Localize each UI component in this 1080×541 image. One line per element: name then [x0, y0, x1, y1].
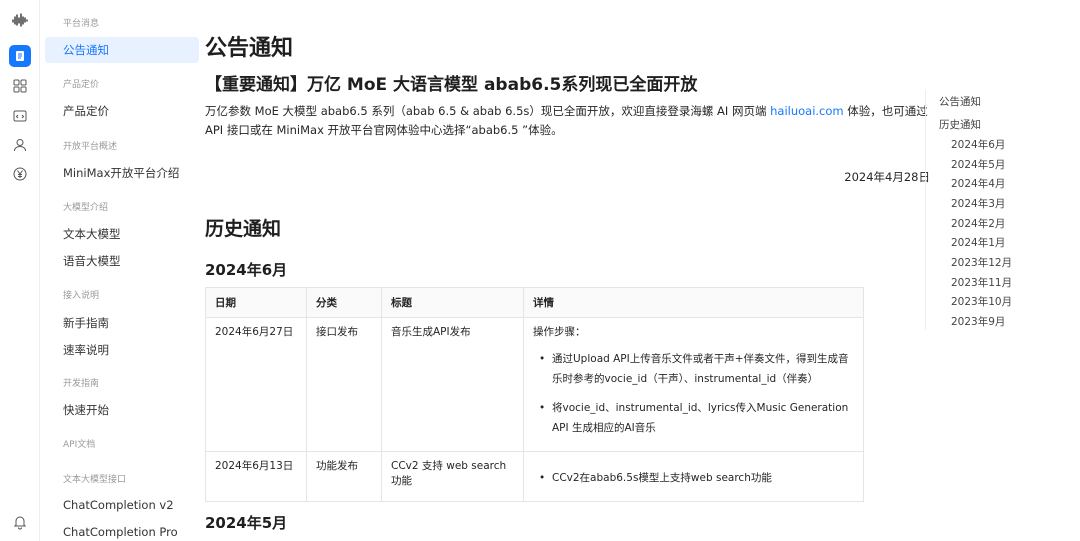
- waveform-logo-icon[interactable]: [8, 8, 32, 32]
- announcement-date: 2024年4月28日: [844, 170, 930, 184]
- main-content: 公告通知 【重要通知】万亿 MoE 大语言模型 abab6.5系列现已全面开放 …: [205, 0, 930, 541]
- sidebar-group-label: 产品定价: [63, 80, 100, 90]
- sidebar-item-platform-intro[interactable]: MiniMax开放平台介绍: [63, 165, 179, 181]
- sidebar-item-text-model[interactable]: 文本大模型: [63, 226, 121, 242]
- toc-item-2023-11[interactable]: 2023年11月: [951, 275, 1012, 290]
- sidebar: 平台消息 公告通知 产品定价 产品定价 开放平台概述 MiniMax开放平台介绍…: [40, 0, 205, 541]
- sidebar-group-label: 平台消息: [63, 19, 100, 29]
- hailuoai-link[interactable]: hailuoai.com: [770, 104, 844, 118]
- page-title: 公告通知: [205, 36, 294, 61]
- column-header: 分类: [306, 287, 382, 318]
- sidebar-group-label: API文档: [63, 440, 96, 450]
- toc-item-history[interactable]: 历史通知: [939, 117, 981, 132]
- toc-item-2024-06[interactable]: 2024年6月: [951, 137, 1005, 152]
- sidebar-item-speech-model[interactable]: 语音大模型: [63, 253, 121, 269]
- toc-item-2024-04[interactable]: 2024年4月: [951, 176, 1005, 191]
- detail-title: 操作步骤：: [533, 326, 586, 338]
- list-item: 将vocie_id、instrumental_id、lyrics传入Music …: [539, 398, 854, 438]
- toc-item-announcements[interactable]: 公告通知: [939, 94, 981, 109]
- table-header-row: 日期 分类 标题 详情: [205, 287, 864, 318]
- list-item: 通过Upload API上传音乐文件或者干声+伴奏文件，得到生成音乐时参考的vo…: [539, 349, 854, 389]
- cell-detail: CCv2在abab6.5s模型上支持web search功能: [523, 451, 864, 502]
- history-title: 历史通知: [205, 218, 282, 240]
- notice-table: 日期 分类 标题 详情 2024年6月27日 接口发布 音乐生成API发布 操作…: [205, 287, 864, 502]
- sidebar-group-label: 文本大模型接口: [63, 475, 127, 485]
- grid-icon[interactable]: [8, 74, 32, 98]
- sidebar-group-label: 开放平台概述: [63, 142, 118, 152]
- cell-category: 功能发布: [306, 451, 382, 502]
- toc-item-2023-09[interactable]: 2023年9月: [951, 314, 1005, 329]
- toc-item-2024-03[interactable]: 2024年3月: [951, 196, 1005, 211]
- sidebar-group-label: 大模型介绍: [63, 203, 109, 213]
- table-row: 2024年6月13日 功能发布 CCv2 支持 web search功能 CCv…: [205, 451, 864, 502]
- user-icon[interactable]: [8, 133, 32, 157]
- code-icon[interactable]: [8, 104, 32, 128]
- column-header: 日期: [205, 287, 307, 318]
- sidebar-item-pricing[interactable]: 产品定价: [63, 103, 109, 119]
- month-heading: 2024年6月: [205, 261, 288, 279]
- column-header: 详情: [523, 287, 864, 318]
- announcement-body: 万亿参数 MoE 大模型 abab6.5 系列（abab 6.5 & abab …: [205, 102, 930, 140]
- sidebar-item-quick-start[interactable]: 快速开始: [63, 402, 109, 418]
- cell-category: 接口发布: [306, 317, 382, 452]
- document-icon[interactable]: [9, 45, 31, 67]
- month-heading: 2024年5月: [205, 514, 288, 532]
- toc-item-2023-12[interactable]: 2023年12月: [951, 255, 1012, 270]
- toc-item-2023-10[interactable]: 2023年10月: [951, 294, 1012, 309]
- cell-date: 2024年6月27日: [205, 317, 307, 452]
- sidebar-item-announcements[interactable]: 公告通知: [45, 37, 199, 63]
- cell-title: CCv2 支持 web search功能: [381, 451, 524, 502]
- cell-detail: 操作步骤： 通过Upload API上传音乐文件或者干声+伴奏文件，得到生成音乐…: [523, 317, 864, 452]
- detail-list: CCv2在abab6.5s模型上支持web search功能: [533, 468, 854, 488]
- toc-item-2024-05[interactable]: 2024年5月: [951, 157, 1005, 172]
- table-row: 2024年6月27日 接口发布 音乐生成API发布 操作步骤： 通过Upload…: [205, 317, 864, 452]
- announcement-headline: 【重要通知】万亿 MoE 大语言模型 abab6.5系列现已全面开放: [205, 75, 698, 95]
- sidebar-group-label: 接入说明: [63, 291, 100, 301]
- announcement-text: 万亿参数 MoE 大模型 abab6.5 系列（abab 6.5 & abab …: [205, 104, 771, 118]
- bell-icon[interactable]: [8, 510, 32, 534]
- sidebar-item-rate-limits[interactable]: 速率说明: [63, 342, 109, 358]
- sidebar-group-label: 开发指南: [63, 379, 100, 389]
- cell-title: 音乐生成API发布: [381, 317, 524, 452]
- sidebar-item-beginner-guide[interactable]: 新手指南: [63, 315, 109, 331]
- detail-list: 通过Upload API上传音乐文件或者干声+伴奏文件，得到生成音乐时参考的vo…: [533, 349, 854, 438]
- list-item: CCv2在abab6.5s模型上支持web search功能: [539, 468, 854, 488]
- toc-item-2024-01[interactable]: 2024年1月: [951, 235, 1005, 250]
- icon-rail: [0, 0, 40, 541]
- column-header: 标题: [381, 287, 524, 318]
- table-of-contents: 公告通知 历史通知 2024年6月 2024年5月 2024年4月 2024年3…: [925, 90, 1075, 330]
- sidebar-item-chatcompletion-pro[interactable]: ChatCompletion Pro: [63, 525, 178, 539]
- yen-icon[interactable]: [8, 162, 32, 186]
- cell-date: 2024年6月13日: [205, 451, 307, 502]
- sidebar-item-chatcompletion-v2[interactable]: ChatCompletion v2: [63, 498, 174, 512]
- toc-item-2024-02[interactable]: 2024年2月: [951, 216, 1005, 231]
